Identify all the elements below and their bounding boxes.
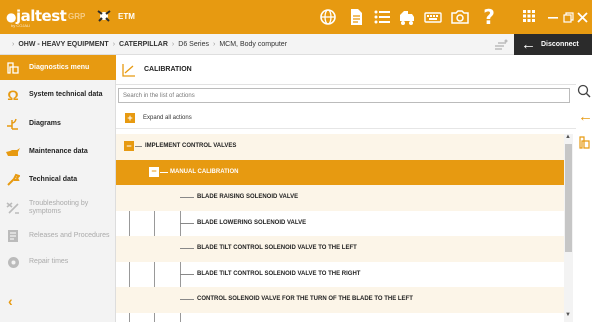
sidebar-item-label: Repair times — [29, 258, 69, 265]
tree-row-label: BLADE TILT CONTROL SOLENOID VALVE TO THE… — [197, 270, 361, 277]
apps-grid-icon[interactable] — [521, 6, 537, 26]
document-icon[interactable] — [346, 7, 366, 27]
procedures-icon — [6, 229, 20, 243]
scroll-down-icon[interactable]: ▼ — [565, 312, 571, 318]
connection-status-icon — [495, 39, 508, 50]
collapse-icon[interactable]: − — [124, 141, 134, 151]
troubleshoot-icon — [6, 201, 20, 215]
breadcrumb-item[interactable]: D6 Series — [178, 41, 209, 48]
top-bar: ●jaltest by COJALI GRP ETM ? — [0, 0, 592, 34]
sidebar-item-label: Diagnostics menu — [29, 63, 90, 71]
sidebar-item-technical-data[interactable]: Technical data — [0, 166, 116, 194]
sidebar-item-label: Diagrams — [29, 120, 61, 127]
diagnostics-icon — [6, 61, 20, 75]
sidebar-item-label: System technical data — [29, 91, 103, 98]
sidebar-item-repair-times: Repair times — [0, 250, 116, 274]
tree-row-action[interactable]: BLADE TILT CONTROL SOLENOID VALVE TO THE… — [116, 262, 566, 288]
repair-times-icon — [6, 255, 20, 269]
sidebar-item-label: Maintenance data — [29, 148, 88, 155]
etm-label[interactable]: ETM — [118, 12, 135, 21]
sidebar-item-label: Troubleshooting by symptoms — [29, 200, 89, 215]
scroll-up-icon[interactable]: ▲ — [565, 134, 571, 140]
tree-row-action[interactable]: BLADE RAISING SOLENOID VALVE — [116, 185, 566, 211]
tree-row-group-selected[interactable]: − MANUAL CALIBRATION — [116, 159, 566, 185]
actions-tree: − IMPLEMENT CONTROL VALVES − MANUAL CALI… — [116, 134, 566, 322]
expand-all-label: Expand all actions — [143, 115, 192, 121]
truck-icon[interactable] — [397, 7, 417, 27]
globe-icon[interactable] — [318, 7, 338, 27]
sidebar-item-system-technical-data[interactable]: Ω System technical data — [0, 80, 116, 110]
keyboard-icon[interactable] — [423, 7, 443, 27]
sidebar-item-label: Technical data — [29, 176, 78, 183]
tree-row-action[interactable]: BLADE LOWERING SOLENOID VALVE — [116, 211, 566, 237]
camera-icon[interactable] — [450, 7, 470, 27]
search-icon[interactable] — [577, 84, 591, 98]
tree-row-label: CONTROL SOLENOID VALVE FOR THE TURN OF T… — [197, 296, 413, 302]
close-icon[interactable] — [570, 0, 592, 34]
sidebar-item-diagrams[interactable]: Diagrams — [0, 110, 116, 138]
scrollbar-thumb[interactable] — [565, 144, 572, 252]
tree-row-label: BLADE TILT CONTROL SOLENOID VALVE TO THE… — [197, 245, 357, 251]
sidebar-item-diagnostics-menu[interactable]: Diagnostics menu — [0, 55, 116, 80]
tree-row-action[interactable]: BLADE TILT CONTROL SOLENOID VALVE TO THE… — [116, 236, 566, 262]
main-panel: CALIBRATION Search in the list of action… — [116, 55, 576, 322]
sidebar-item-releases-procedures: Releases and Procedures — [0, 222, 116, 250]
lobster-logo-icon — [97, 10, 111, 22]
list-icon[interactable] — [372, 7, 392, 27]
search-input[interactable]: Search in the list of actions — [118, 88, 570, 103]
breadcrumb-item[interactable]: CATERPILLAR — [119, 41, 168, 48]
sidebar-item-troubleshooting: Troubleshooting by symptoms — [0, 194, 116, 222]
grp-label[interactable]: GRP — [68, 12, 85, 21]
breadcrumb-item[interactable]: OHW - HEAVY EQUIPMENT — [18, 41, 108, 48]
diagram-icon — [6, 117, 20, 131]
section-header: CALIBRATION — [116, 55, 576, 85]
expand-all-row[interactable]: + Expand all actions — [116, 108, 576, 129]
omega-icon: Ω — [7, 87, 19, 103]
tree-scrollbar[interactable]: ▲ ▼ — [564, 134, 573, 322]
back-button[interactable]: ‹ — [8, 293, 13, 309]
arrow-left-icon[interactable]: ← — [578, 108, 592, 125]
disconnect-button[interactable]: ← Disconnect — [514, 34, 592, 55]
help-icon[interactable]: ? — [479, 5, 499, 29]
collapse-icon[interactable]: − — [149, 166, 159, 177]
oil-can-icon — [6, 145, 20, 159]
arrow-left-icon: ← — [521, 36, 536, 53]
sidebar: Diagnostics menu Ω System technical data… — [0, 55, 116, 322]
sidebar-item-maintenance-data[interactable]: Maintenance data — [0, 138, 116, 166]
sidebar-item-label: Releases and Procedures — [29, 232, 110, 239]
diagnostics-icon[interactable] — [579, 136, 590, 149]
wrench-icon — [6, 173, 20, 187]
tree-row-label: MANUAL CALIBRATION — [170, 168, 239, 175]
tree-row-label: BLADE RAISING SOLENOID VALVE — [197, 194, 299, 200]
logo-subtitle: by COJALI — [11, 23, 31, 28]
calibration-icon — [122, 63, 135, 77]
section-title: CALIBRATION — [144, 66, 192, 73]
tree-row-group[interactable]: − IMPLEMENT CONTROL VALVES — [116, 134, 566, 160]
expand-icon[interactable]: + — [125, 113, 135, 123]
tree-row-label: BLADE LOWERING SOLENOID VALVE — [197, 219, 307, 226]
breadcrumb-item[interactable]: MCM, Body computer — [219, 41, 287, 48]
tree-row-action[interactable]: CONTROL SOLENOID VALVE FOR THE TURN OF T… — [116, 287, 566, 313]
tree-row-label: IMPLEMENT CONTROL VALVES — [145, 143, 237, 149]
